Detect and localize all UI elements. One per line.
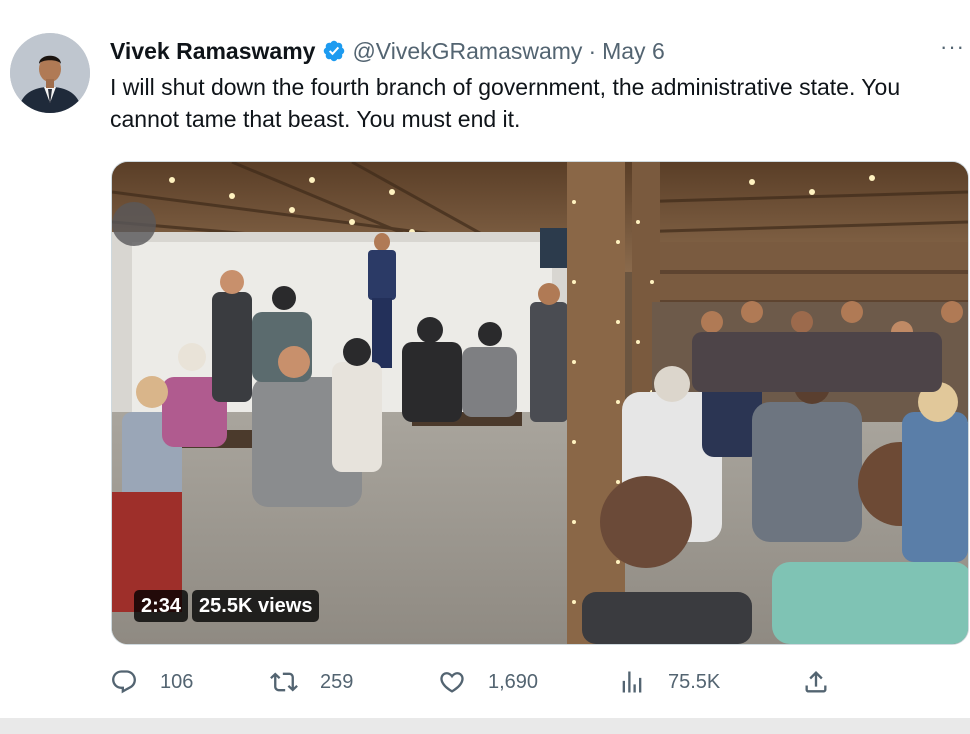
reply-icon [112, 670, 136, 694]
tweet-date[interactable]: May 6 [602, 36, 665, 66]
like-button[interactable]: 1,690 [438, 668, 538, 696]
avatar-image [10, 33, 90, 113]
video-badge: 2:34 25.5K views [134, 590, 320, 622]
video-player[interactable] [111, 161, 969, 645]
tweet-card: Vivek Ramaswamy @VivekGRamaswamy · May 6… [0, 0, 970, 718]
author-handle[interactable]: @VivekGRamaswamy [352, 36, 582, 66]
retweet-button[interactable]: 259 [270, 668, 353, 696]
retweet-icon [270, 672, 298, 692]
analytics-icon [622, 671, 642, 693]
video-duration: 2:34 [134, 590, 189, 622]
tweet-text: I will shut down the fourth branch of go… [110, 74, 901, 132]
more-options-icon[interactable]: ··· [940, 34, 965, 60]
views-count: 75.5K [668, 670, 721, 693]
share-icon [805, 671, 827, 693]
video-thumbnail [112, 162, 968, 644]
tweet-header: Vivek Ramaswamy @VivekGRamaswamy · May 6 [110, 36, 665, 66]
reply-button[interactable]: 106 [110, 668, 193, 696]
video-views: 25.5K views [192, 590, 320, 622]
avatar[interactable] [10, 33, 90, 113]
like-count: 1,690 [488, 670, 539, 693]
reply-count: 106 [160, 670, 194, 693]
action-bar: 106 259 1,690 75.5K [110, 668, 840, 702]
separator-dot: · [588, 38, 597, 64]
verified-badge-icon [324, 40, 345, 62]
heart-icon [440, 672, 464, 693]
author-name[interactable]: Vivek Ramaswamy [110, 36, 315, 66]
retweet-count: 259 [320, 670, 354, 693]
share-button[interactable] [802, 668, 830, 696]
views-button[interactable]: 75.5K [618, 668, 720, 696]
